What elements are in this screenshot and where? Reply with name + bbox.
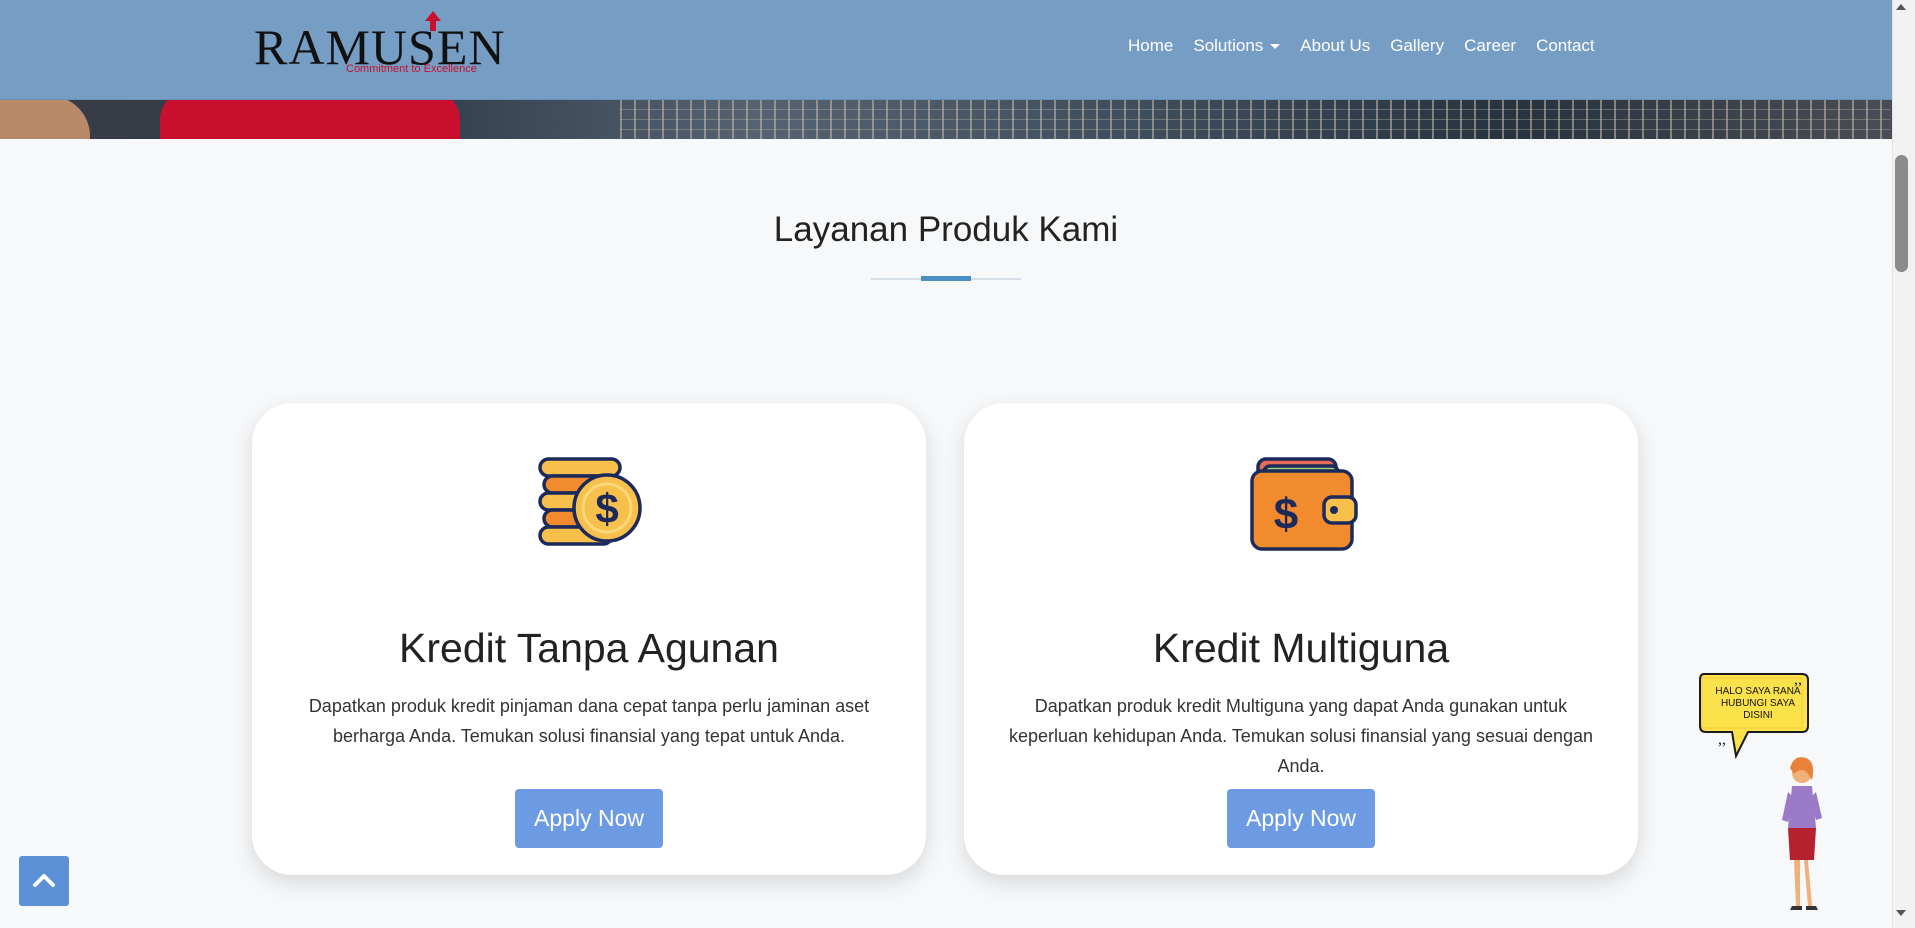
svg-text:,,: ,, [1718,731,1726,748]
scroll-down-arrow-icon[interactable] [1896,910,1906,916]
card-title: Kredit Multiguna [1152,625,1450,671]
back-to-top-button[interactable] [19,856,69,906]
logo-arrow-icon [425,11,441,31]
chat-assistant-widget[interactable]: ,, ,, HALO SAYA RANA HUBUNGI SAYA DISINI [1698,670,1834,915]
apply-now-button[interactable]: Apply Now [1227,789,1375,848]
brand-logo[interactable]: RAMUSEN Commitment to Excellence [254,10,504,80]
apply-now-button[interactable]: Apply Now [515,789,663,848]
wallet-dollar-icon: $ [1248,453,1358,553]
page-scrollbar[interactable] [1892,0,1915,928]
title-divider [871,276,1021,281]
nav-home[interactable]: Home [1128,36,1173,56]
coins-dollar-icon: $ [536,453,646,553]
nav-solutions-dropdown[interactable]: Solutions [1193,36,1281,56]
product-card-multiguna: $ Kredit Multiguna Dapatkan produk kredi… [964,403,1638,875]
nav-contact[interactable]: Contact [1536,36,1595,56]
assistant-bubble-text: HALO SAYA RANA HUBUNGI SAYA DISINI [1715,686,1801,721]
caret-down-icon [1270,44,1281,50]
navbar: RAMUSEN Commitment to Excellence Home So… [0,0,1892,100]
nav-gallery[interactable]: Gallery [1390,36,1444,56]
section-title: Layanan Produk Kami [773,210,1119,249]
svg-text:$: $ [595,485,618,532]
card-description: Dapatkan produk kredit pinjaman dana cep… [308,696,870,746]
logo-tagline: Commitment to Excellence [346,63,477,75]
nav-solutions-label: Solutions [1193,36,1264,55]
product-card-kta: $ Kredit Tanpa Agunan Dapatkan produk kr… [252,403,926,875]
title-divider-accent [921,276,971,281]
chevron-up-icon [33,874,55,887]
scroll-up-arrow-icon[interactable] [1896,4,1906,10]
card-description: Dapatkan produk kredit Multiguna yang da… [1008,696,1594,776]
scrollbar-thumb[interactable] [1895,155,1908,272]
svg-text:$: $ [1274,490,1298,539]
main-nav: Home Solutions About Us Gallery Career C… [1128,36,1595,56]
card-title: Kredit Tanpa Agunan [399,625,779,671]
nav-about-us[interactable]: About Us [1300,36,1370,56]
nav-career[interactable]: Career [1464,36,1516,56]
